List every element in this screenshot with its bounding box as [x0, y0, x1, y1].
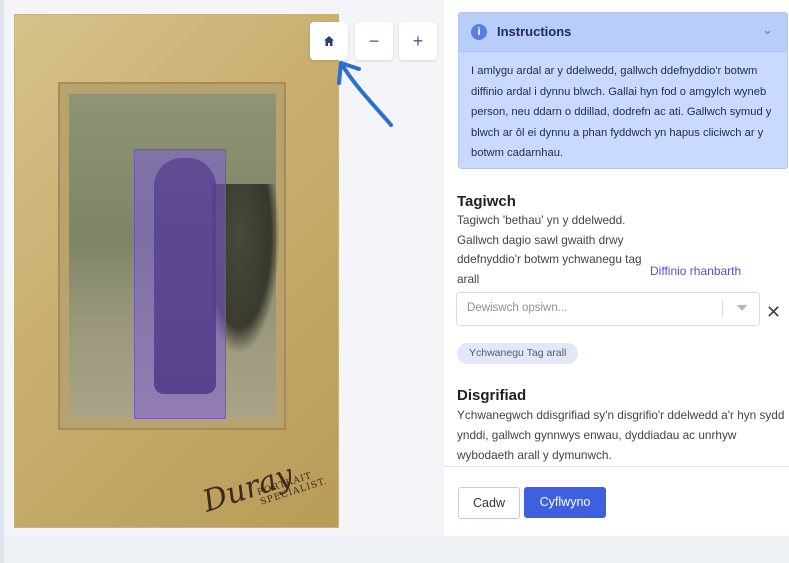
image-viewer[interactable]: Duray PORTRAIT SPECIALIST. − + — [4, 0, 444, 536]
tag-select-placeholder: Dewiswch opsiwn... — [467, 302, 568, 314]
save-button[interactable]: Cadw — [458, 487, 520, 519]
photo-signature: Duray PORTRAIT SPECIALIST. — [199, 440, 356, 530]
description-heading: Disgrifiad — [457, 387, 527, 404]
home-icon — [324, 36, 334, 46]
zoom-in-button[interactable]: + — [399, 22, 437, 60]
define-region-link[interactable]: Diffinio rhanbarth — [650, 264, 741, 278]
tags-heading: Tagiwch — [457, 193, 516, 210]
clear-icon[interactable]: ✕ — [766, 302, 781, 323]
instructions-header[interactable]: i Instructions ⌄ — [459, 13, 787, 52]
instructions-panel: i Instructions ⌄ I amlygu ardal ar y dde… — [458, 12, 788, 169]
tag-region-box[interactable] — [134, 149, 226, 419]
add-tag-button[interactable]: Ychwanegu Tag arall — [457, 343, 579, 364]
info-icon: i — [471, 24, 487, 40]
annotation-arrow-icon — [337, 61, 393, 127]
description-text: Ychwanegwch ddisgrifiad sy'n disgrifio'r… — [457, 408, 785, 462]
instructions-body: I amlygu ardal ar y ddelwedd, gallwch dd… — [471, 65, 772, 159]
bottom-bar — [4, 536, 789, 563]
instructions-title: Instructions — [497, 24, 572, 39]
chevron-down-icon[interactable] — [737, 305, 747, 311]
divider — [444, 466, 789, 467]
submit-button[interactable]: Cyflwyno — [524, 487, 606, 518]
select-separator — [722, 300, 723, 318]
photo: Duray PORTRAIT SPECIALIST. — [14, 14, 339, 528]
chevron-down-icon[interactable]: ⌄ — [762, 22, 773, 38]
tags-description: Tagiwch 'bethau' yn y ddelwedd. Gallwch … — [457, 213, 642, 286]
tag-select[interactable]: Dewiswch opsiwn... — [456, 292, 760, 326]
